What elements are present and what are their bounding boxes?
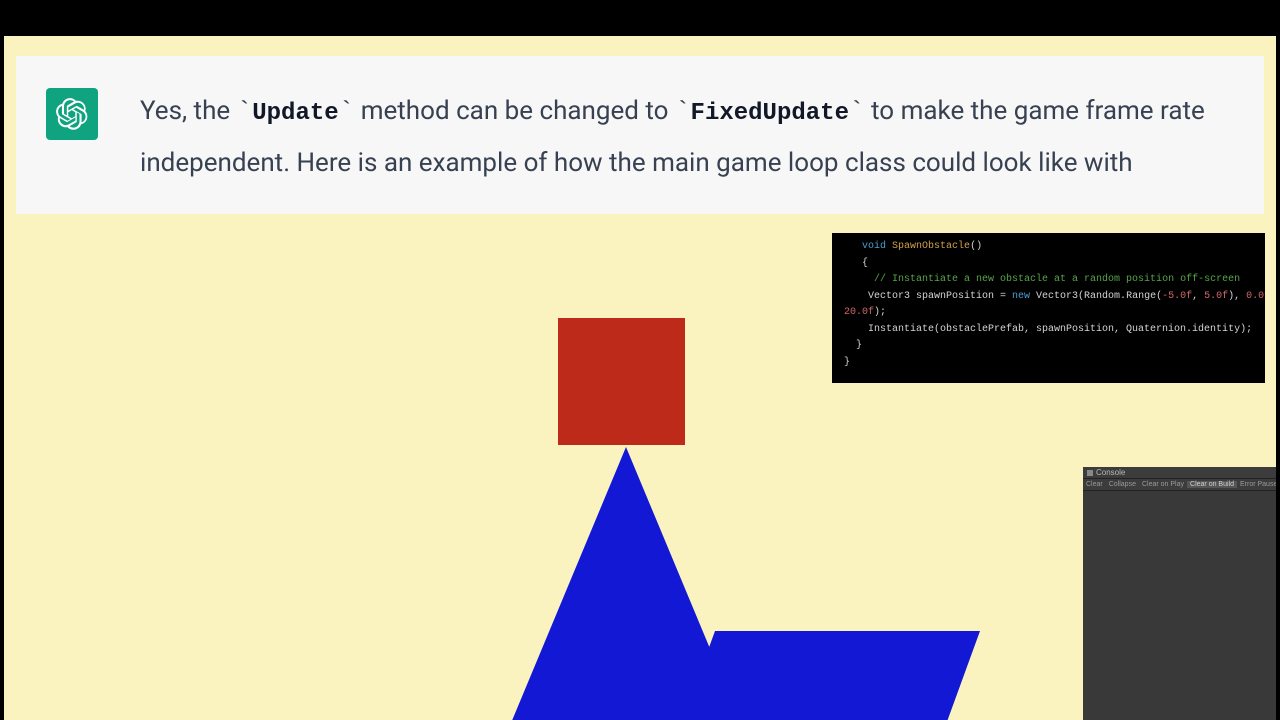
console-title: Console [1096, 468, 1125, 477]
inline-code-fixedupdate: FixedUpdate [691, 100, 849, 127]
obstacle-cube [558, 318, 685, 445]
code-snippet-panel: void SpawnObstacle() { // Instantiate a … [832, 233, 1265, 383]
chat-text-segment: Yes, the [140, 96, 237, 126]
function-name: SpawnObstacle [892, 241, 970, 252]
console-collapse-button[interactable]: Collapse [1106, 481, 1139, 488]
main-canvas: Yes, the `Update` method can be changed … [4, 36, 1276, 720]
console-titlebar[interactable]: Console [1083, 467, 1276, 479]
console-clear-on-play-button[interactable]: Clear on Play [1139, 481, 1187, 488]
assistant-avatar [46, 88, 98, 140]
console-clear-button[interactable]: Clear [1083, 481, 1106, 488]
inline-code-update: Update [252, 100, 338, 127]
chat-response-block: Yes, the `Update` method can be changed … [16, 56, 1264, 214]
console-toolbar: Clear Collapse Clear on Play Clear on Bu… [1083, 479, 1276, 491]
openai-logo-icon [56, 98, 88, 130]
code-comment: // Instantiate a new obstacle at a rando… [874, 274, 1240, 285]
console-tab-icon [1087, 470, 1093, 476]
console-error-pause-button[interactable]: Error Pause [1237, 481, 1276, 488]
chat-text-segment: method can be changed to [354, 96, 675, 126]
unity-console-panel[interactable]: Console Clear Collapse Clear on Play Cle… [1083, 467, 1276, 720]
keyword-void: void [862, 241, 886, 252]
console-clear-on-build-button[interactable]: Clear on Build [1187, 481, 1237, 488]
assistant-message-text: Yes, the `Update` method can be changed … [140, 86, 1234, 188]
console-log-area[interactable] [1083, 491, 1276, 720]
